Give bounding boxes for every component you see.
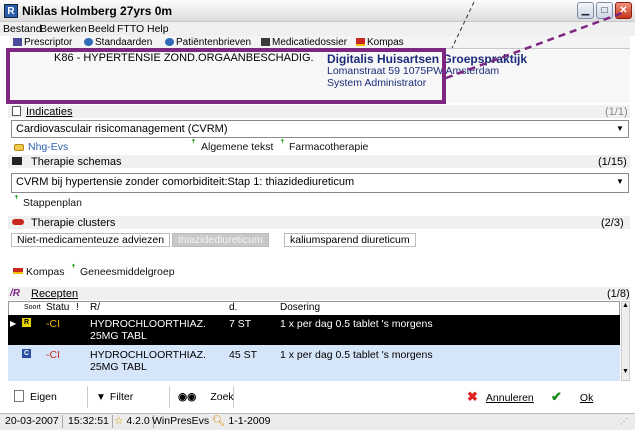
farmacotherapie-link[interactable]: Farmacotherapie [289,141,368,153]
folder-icon [14,144,24,151]
status-time: 15:32:51 [65,415,113,428]
indicaties-label: Indicaties [26,106,73,118]
cluster-tab-niet-medicamenteuze[interactable]: Niet-medicamenteuze adviezen [11,233,171,247]
row-dosering: 1 x per dag 0.5 tablet 's morgens [280,349,433,361]
leaf-icon: ꜛ [191,140,196,151]
binoculars-icon: ◉◉ [178,391,197,403]
col-dosering[interactable]: Dosering [280,302,320,314]
cluster-tab-kaliumsparend[interactable]: kaliumsparend diureticum [284,233,416,247]
status-version: ☆ 4.2.0 [111,415,154,428]
col-drug[interactable]: R/ [90,302,100,314]
annuleren-label: Annuleren [485,392,534,404]
row-status: -CI [46,349,60,361]
geneesmiddelgroep-link[interactable]: Geneesmiddelgroep [80,266,175,278]
version-text: 4.2.0 [126,415,150,427]
row-drug-strength: 25MG TABL [90,330,147,342]
module-text: WinPresEvs [152,415,210,427]
clusters-label: Therapie clusters [31,217,116,229]
row-quantity: 45 ST [229,349,258,361]
row-drug: HYDROCHLOORTHIAZ. [90,318,206,330]
schemas-count: (1/15) [598,156,627,168]
stappenplan-link[interactable]: Stappenplan [23,197,82,209]
filter-button[interactable]: ▼Filter instelling [94,386,170,426]
indicaties-count: (1/1) [605,106,628,118]
indicaties-value: Cardiovasculair risicomanagement (CVRM) [16,123,228,135]
filter-icon: ▼ [96,392,106,403]
col-d[interactable]: d. [229,302,237,314]
search-icon: 🔍︎ [212,415,226,427]
leaf-icon: ꜛ [71,265,76,276]
leaf-icon: ꜛ [14,196,19,207]
status-date: 20-03-2007 [2,415,63,428]
indicaties-section-header [8,105,630,118]
recepten-count: (1/8) [607,288,630,300]
kompas-icon [13,268,23,274]
chevron-down-icon[interactable]: ▼ [622,368,629,378]
leaf-icon: ꜛ [280,140,285,151]
eigen-keuze-button[interactable]: Eigen keuze [10,386,88,425]
chevron-up-icon[interactable]: ▲ [622,302,629,312]
rx-icon: /R [10,288,20,299]
col-status[interactable]: Statu [46,302,69,314]
cluster-tab-thiazidediureticum[interactable]: thiazidediureticum [172,233,269,247]
schemas-select[interactable]: CVRM bij hypertensie zonder comorbiditei… [11,173,629,193]
schemas-label: Therapie schemas [31,156,122,168]
annuleren-button[interactable]: ✖ Annuleren [467,386,547,408]
capsule-icon [12,219,24,225]
schemas-value: CVRM bij hypertensie zonder comorbiditei… [16,176,355,188]
ok-button[interactable]: ✔ Ok [551,386,611,408]
zoek-button[interactable]: ◉◉ Zoek [176,386,234,408]
algemene-tekst-link[interactable]: Algemene tekst [201,141,273,153]
row-pointer-icon: ▶ [10,319,17,328]
status-module: WinPresEvs 🔍︎ 1-1-2009 [149,415,273,428]
sort-badge-icon: C [22,349,31,358]
row-dosering: 1 x per dag 0.5 tablet 's morgens [280,318,433,330]
recepten-section-header [8,287,630,300]
resize-grip-icon[interactable]: ⋰ [620,417,628,426]
table-scrollbar[interactable]: ▲ ▼ [621,301,630,381]
row-drug-strength: 25MG TABL [90,361,147,373]
annotation-arrows [445,1,626,80]
clusters-count: (2/3) [601,217,624,229]
ok-label: Ok [579,392,594,404]
row-drug: HYDROCHLOORTHIAZ. [90,349,206,361]
chevron-down-icon[interactable]: ▼ [614,176,626,188]
sort-badge-icon: R [22,318,31,327]
nhg-evs-link[interactable]: Nhg-Evs [28,141,68,153]
page-icon [14,390,24,402]
schema-icon [12,157,22,165]
check-icon: ✔ [551,389,562,404]
indicaties-select[interactable]: Cardiovasculair risicomanagement (CVRM) … [11,120,629,138]
zoek-label: Zoek [210,391,234,403]
row-quantity: 7 ST [229,318,252,330]
row-status: -CI [46,318,60,330]
star-icon: ☆ [114,415,124,427]
recepten-label: Recepten [31,288,79,300]
document-icon [12,106,21,116]
col-alert[interactable]: ! [76,302,79,314]
chevron-down-icon[interactable]: ▼ [614,123,626,135]
kompas-link[interactable]: Kompas [26,266,65,278]
module-date: 1-1-2009 [228,415,271,427]
cancel-icon: ✖ [467,389,478,404]
